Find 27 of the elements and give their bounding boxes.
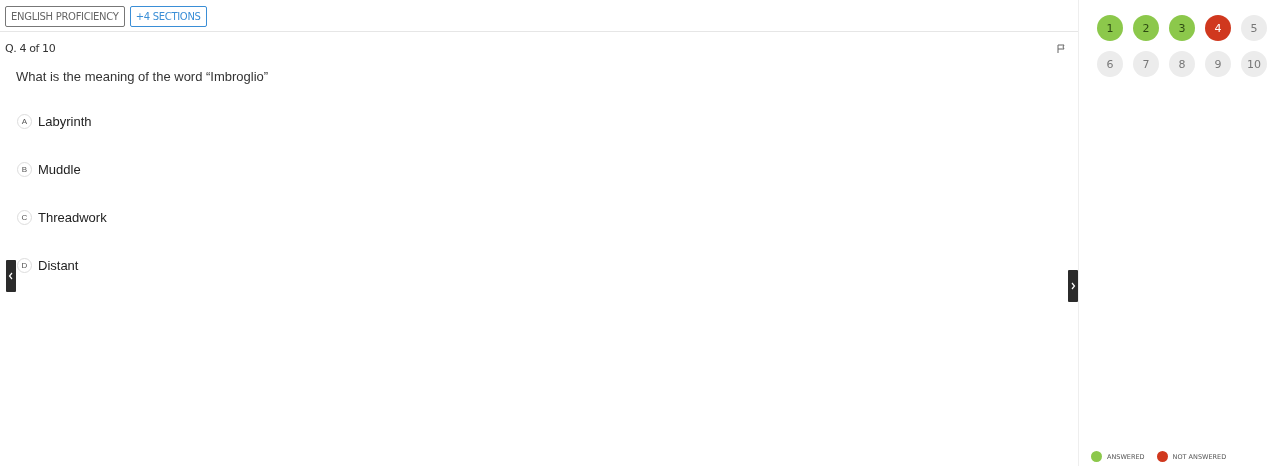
answer-option[interactable]: C Threadwork: [17, 208, 1078, 226]
answer-option[interactable]: B Muddle: [17, 160, 1078, 178]
question-number[interactable]: 7: [1133, 51, 1159, 77]
chevron-right-icon: [1070, 282, 1076, 290]
option-label: Labyrinth: [38, 113, 92, 129]
question-number[interactable]: 1: [1097, 15, 1123, 41]
question-number[interactable]: 8: [1169, 51, 1195, 77]
option-label: Distant: [38, 257, 79, 273]
answer-option[interactable]: A Labyrinth: [17, 112, 1078, 130]
question-number[interactable]: 10: [1241, 51, 1267, 77]
question-number[interactable]: 4: [1205, 15, 1231, 41]
question-number[interactable]: 6: [1097, 51, 1123, 77]
chevron-left-icon: [8, 272, 14, 280]
question-counter: Q. 4 of 10: [5, 42, 56, 55]
sections-button[interactable]: +4 SECTIONS: [129, 6, 207, 27]
option-label: Threadwork: [38, 209, 107, 225]
option-label: Muddle: [38, 161, 81, 177]
question-text: What is the meaning of the word “Imbroglio”: [15, 68, 270, 84]
question-number[interactable]: 3: [1169, 15, 1195, 41]
section-tag: ENGLISH PROFICIENCY: [5, 6, 125, 27]
question-number[interactable]: 2: [1133, 15, 1159, 41]
expand-tab[interactable]: [1068, 270, 1078, 302]
collapse-tab[interactable]: [6, 260, 16, 292]
answer-option[interactable]: D Distant: [17, 256, 1078, 274]
question-number[interactable]: 5: [1241, 15, 1267, 41]
flag-icon[interactable]: [1057, 44, 1066, 53]
question-number[interactable]: 9: [1205, 51, 1231, 77]
